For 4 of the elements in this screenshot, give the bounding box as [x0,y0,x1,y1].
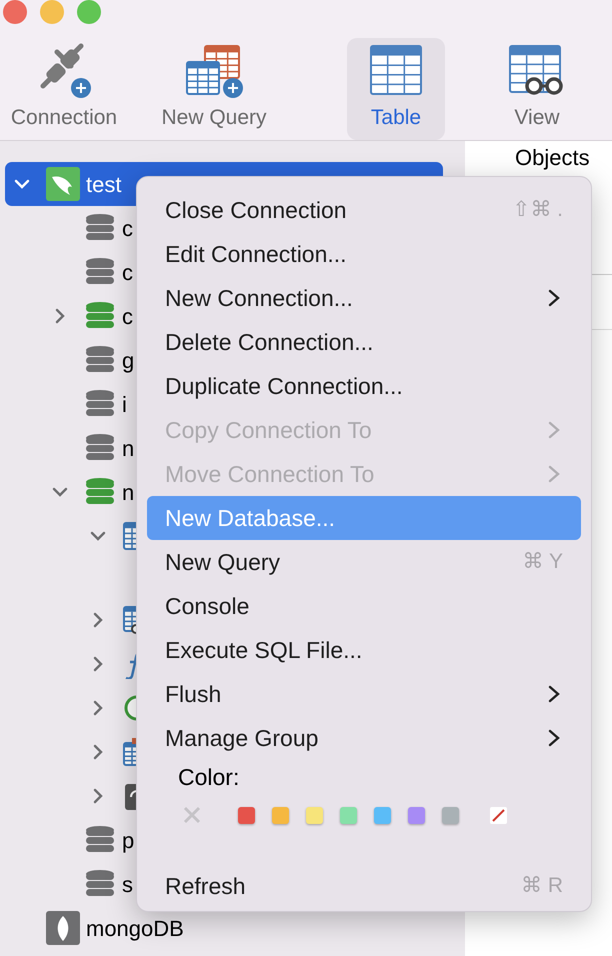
shortcut-label: ⇧⌘ . [512,197,563,224]
shortcut-label: ⌘ Y [522,549,563,576]
color-label: Color: [177,762,240,792]
shortcut-label: ⌘ R [521,873,563,900]
